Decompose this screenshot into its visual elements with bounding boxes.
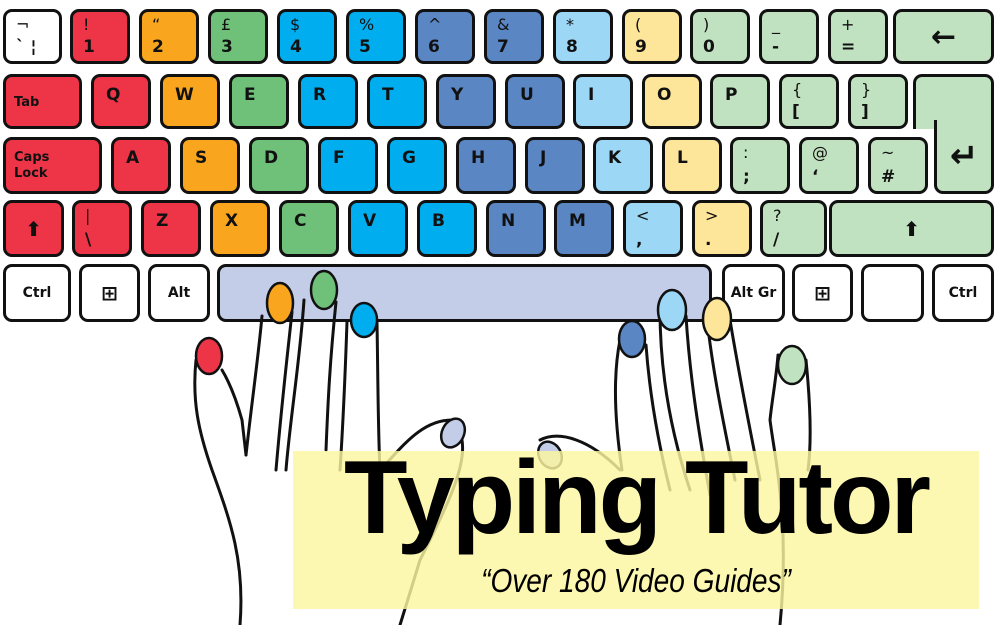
- fingernail-left-middle: [309, 269, 339, 311]
- banner-subtitle: “Over 180 Video Guides”: [481, 562, 791, 599]
- fingernail-right-middle: [656, 288, 688, 332]
- fingernail-left-index: [349, 301, 379, 339]
- fingernail-right-pinky: [776, 344, 808, 386]
- fingernail-left-ring: [265, 281, 295, 325]
- banner-title: Typing Tutor: [344, 440, 931, 556]
- fingernail-right-index: [617, 319, 647, 359]
- fingernail-right-ring: [701, 296, 733, 342]
- fingernail-left-pinky: [194, 336, 224, 376]
